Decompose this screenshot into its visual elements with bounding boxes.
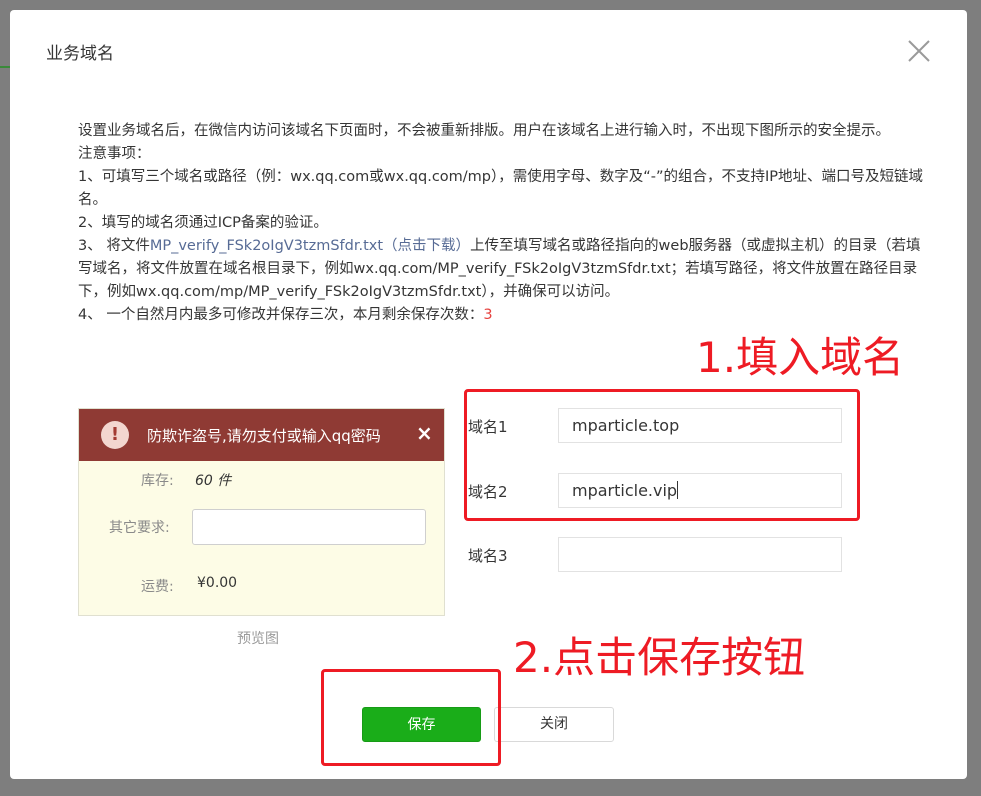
- warning-icon: !: [101, 421, 129, 449]
- annotation-box-save: [321, 669, 501, 766]
- domain-3-input[interactable]: [558, 537, 842, 572]
- shipping-fee-value: ¥0.00: [197, 575, 238, 591]
- note-3: 3、 将文件MP_verify_FSk2oIgV3tzmSfdr.txt（点击下…: [78, 235, 928, 304]
- other-requirements-input: [192, 509, 426, 545]
- notes-heading: 注意事项：: [78, 146, 151, 162]
- note-4-text: 4、 一个自然月内最多可修改并保存三次，本月剩余保存次数：: [78, 307, 484, 323]
- note-3-prefix: 3、 将文件: [78, 238, 150, 254]
- business-domain-dialog: 业务域名 设置业务域名后，在微信内访问该域名下页面时，不会被重新排版。用户在该域…: [10, 10, 967, 779]
- annotation-step-2: 2.点击保存按钮: [513, 633, 806, 682]
- other-requirements-label: 其它要求:: [109, 520, 170, 536]
- stock-label: 库存:: [141, 473, 174, 489]
- annotation-step-1: 1.填入域名: [696, 333, 905, 382]
- note-2: 2、填写的域名须通过ICP备案的验证。: [78, 215, 328, 231]
- intro-text: 设置业务域名后，在微信内访问该域名下页面时，不会被重新排版。用户在该域名上进行输…: [78, 120, 928, 327]
- annotation-box-domains: [464, 389, 860, 521]
- stock-value: 60 件: [195, 473, 232, 489]
- close-button[interactable]: 关闭: [494, 707, 614, 742]
- remaining-save-count: 3: [483, 307, 493, 323]
- intro-line: 设置业务域名后，在微信内访问该域名下页面时，不会被重新排版。用户在该域名上进行输…: [78, 123, 890, 139]
- verify-file-download-link[interactable]: MP_verify_FSk2oIgV3tzmSfdr.txt（点击下载）: [150, 238, 470, 254]
- warning-text: 防欺诈盗号,请勿支付或输入qq密码: [147, 427, 381, 445]
- note-1: 1、可填写三个域名或路径（例：wx.qq.com或wx.qq.com/mp），需…: [78, 169, 924, 208]
- dialog-title: 业务域名: [46, 44, 114, 64]
- background-tab-underline: [0, 66, 10, 68]
- shipping-fee-label: 运费:: [141, 579, 174, 595]
- domain-3-label: 域名3: [468, 547, 508, 565]
- close-icon[interactable]: [906, 38, 932, 64]
- warning-close-icon: ×: [416, 421, 433, 445]
- security-warning-bar: ! 防欺诈盗号,请勿支付或输入qq密码 ×: [79, 409, 444, 461]
- preview-image: ! 防欺诈盗号,请勿支付或输入qq密码 × 库存: 60 件 其它要求: 运费:…: [78, 408, 445, 616]
- preview-caption: 预览图: [237, 631, 279, 647]
